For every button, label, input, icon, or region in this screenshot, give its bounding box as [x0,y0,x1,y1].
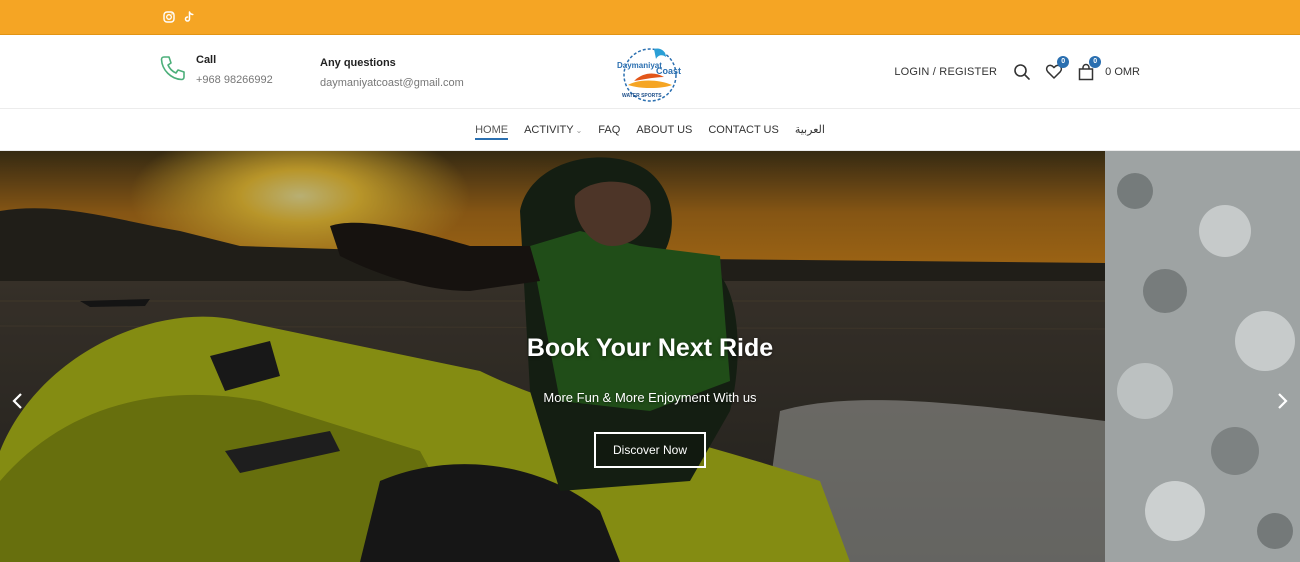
email-address[interactable]: daymaniyatcoast@gmail.com [320,74,464,92]
top-bar [0,0,1300,35]
nav-faq-label: FAQ [598,124,621,136]
hero-subtitle: More Fun & More Enjoyment With us [543,390,757,405]
nav-item-activity[interactable]: ACTIVITY ⌄ [524,109,582,151]
site-header: Call +968 98266992 Any questions daymani… [0,35,1300,109]
email-contact: Any questions daymaniyatcoast@gmail.com [320,56,464,92]
logo-line2: Coast [656,66,681,76]
hero-title: Book Your Next Ride [526,334,774,362]
call-number[interactable]: +968 98266992 [196,71,273,89]
chevron-down-icon: ⌄ [575,126,583,135]
discover-now-button[interactable]: Discover Now [594,432,706,468]
header-actions: LOGIN / REGISTER 0 0 0 OMR [894,56,1140,81]
nav-arabic-label: العربية [794,124,825,136]
tiktok-icon[interactable] [183,10,195,22]
wishlist-count-badge: 0 [1057,56,1070,68]
main-navigation: HOME ACTIVITY ⌄ FAQ ABOUT US CONTACT US ا… [0,109,1300,151]
call-contact: Call +968 98266992 [158,53,273,89]
nav-about-label: ABOUT US [636,124,693,136]
nav-item-home[interactable]: HOME [475,109,509,151]
instagram-icon[interactable] [163,10,175,23]
chevron-right-icon [1278,393,1288,409]
site-logo[interactable]: Daymaniyat Coast WATER SPORTS [614,41,686,105]
call-label: Call [196,54,217,66]
cart-count-badge: 0 [1089,56,1102,68]
chevron-left-icon [12,393,22,409]
search-button[interactable] [1013,63,1031,81]
search-icon [1014,64,1030,80]
nav-item-arabic[interactable]: العربية [795,109,825,151]
wishlist-button[interactable]: 0 [1045,56,1070,81]
login-register-link[interactable]: LOGIN / REGISTER [894,66,997,78]
nav-item-contact-us[interactable]: CONTACT US [708,109,779,151]
nav-contact-label: CONTACT US [708,124,779,136]
nav-activity-label: ACTIVITY [524,124,574,136]
hero-slider: Book Your Next Ride More Fun & More Enjo… [0,151,1300,562]
questions-label: Any questions [320,57,396,69]
logo-line3: WATER SPORTS [622,93,662,99]
slider-next-arrow[interactable] [1274,391,1290,411]
slider-prev-arrow[interactable] [10,391,26,411]
social-links [163,10,195,23]
phone-icon [160,56,185,81]
nav-item-about-us[interactable]: ABOUT US [636,109,692,151]
nav-item-faq[interactable]: FAQ [598,109,620,151]
nav-home-label: HOME [475,124,509,136]
cart-total[interactable]: 0 OMR [1105,66,1140,78]
cart-button[interactable]: 0 [1077,56,1102,81]
